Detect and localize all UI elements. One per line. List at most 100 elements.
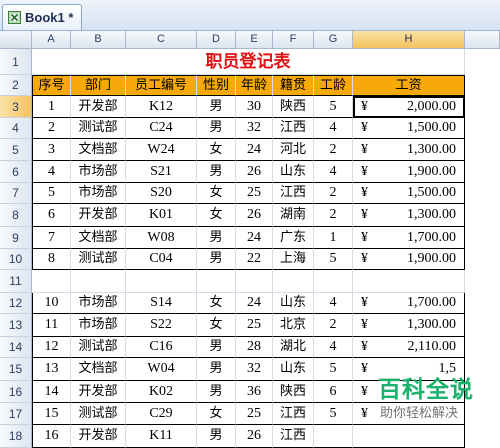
cell-b5[interactable]: 文档部	[71, 139, 126, 161]
cell-b8[interactable]: 开发部	[71, 204, 126, 227]
cell-a7[interactable]: 5	[32, 183, 71, 204]
cell-a12[interactable]: 10	[32, 293, 71, 314]
cell-f3[interactable]: 陕西	[273, 96, 314, 118]
cell-a6[interactable]: 4	[32, 161, 71, 183]
cell-c17[interactable]: C29	[126, 403, 197, 425]
row-header-5[interactable]: 5	[0, 139, 32, 161]
cell-a15[interactable]: 13	[32, 358, 71, 381]
cell-a11[interactable]	[32, 270, 71, 293]
cell-g11[interactable]	[314, 270, 353, 293]
cell-h10[interactable]: ¥1,900.00	[353, 249, 465, 270]
cell-h4[interactable]: ¥1,500.00	[353, 118, 465, 139]
cell-h8[interactable]: ¥1,300.00	[353, 204, 465, 227]
row-header-4[interactable]: 4	[0, 118, 32, 139]
cell-c10[interactable]: C04	[126, 249, 197, 270]
column-header-e[interactable]: E	[236, 31, 273, 49]
cell-g7[interactable]: 2	[314, 183, 353, 204]
cell-f17[interactable]: 江西	[273, 403, 314, 425]
cell-d9[interactable]: 男	[197, 227, 236, 249]
row-header-17[interactable]: 17	[0, 403, 32, 425]
cell-g14[interactable]: 4	[314, 337, 353, 358]
cell-h9[interactable]: ¥1,700.00	[353, 227, 465, 249]
cell-b14[interactable]: 测试部	[71, 337, 126, 358]
cell-g12[interactable]: 4	[314, 293, 353, 314]
cell-g4[interactable]: 4	[314, 118, 353, 139]
cell-d6[interactable]: 男	[197, 161, 236, 183]
cell-h5[interactable]: ¥1,300.00	[353, 139, 465, 161]
cell-d7[interactable]: 女	[197, 183, 236, 204]
cell-c6[interactable]: S21	[126, 161, 197, 183]
cell-a9[interactable]: 7	[32, 227, 71, 249]
cell-d3[interactable]: 男	[197, 96, 236, 118]
cell-d16[interactable]: 男	[197, 381, 236, 403]
cell-a5[interactable]: 3	[32, 139, 71, 161]
cell-g17[interactable]: 5	[314, 403, 353, 425]
cell-f8[interactable]: 湖南	[273, 204, 314, 227]
cell-e9[interactable]: 24	[236, 227, 273, 249]
cell-f12[interactable]: 山东	[273, 293, 314, 314]
cell-b3[interactable]: 开发部	[71, 96, 126, 118]
cell-c18[interactable]: K11	[126, 425, 197, 448]
cell-f4[interactable]: 江西	[273, 118, 314, 139]
cell-f10[interactable]: 上海	[273, 249, 314, 270]
row-header-11[interactable]: 11	[0, 270, 32, 293]
header-cell-d[interactable]: 性别	[197, 75, 236, 96]
cell-b10[interactable]: 测试部	[71, 249, 126, 270]
column-header-a[interactable]: A	[32, 31, 71, 49]
cell-a10[interactable]: 8	[32, 249, 71, 270]
cell-c14[interactable]: C16	[126, 337, 197, 358]
cell-c12[interactable]: S14	[126, 293, 197, 314]
cell-h13[interactable]: ¥1,300.00	[353, 314, 465, 337]
cell-d10[interactable]: 男	[197, 249, 236, 270]
cell-c11[interactable]	[126, 270, 197, 293]
cell-d14[interactable]: 男	[197, 337, 236, 358]
row-header-16[interactable]: 16	[0, 381, 32, 403]
sheet-title[interactable]: 职员登记表	[32, 49, 465, 75]
cell-b9[interactable]: 文档部	[71, 227, 126, 249]
cell-d4[interactable]: 男	[197, 118, 236, 139]
cell-b17[interactable]: 测试部	[71, 403, 126, 425]
row-header-2[interactable]: 2	[0, 75, 32, 96]
cell-c16[interactable]: K02	[126, 381, 197, 403]
row-header-9[interactable]: 9	[0, 227, 32, 249]
cell-b6[interactable]: 市场部	[71, 161, 126, 183]
header-cell-c[interactable]: 员工编号	[126, 75, 197, 96]
cell-e10[interactable]: 22	[236, 249, 273, 270]
cell-b12[interactable]: 市场部	[71, 293, 126, 314]
cell-g9[interactable]: 1	[314, 227, 353, 249]
cell-f14[interactable]: 湖北	[273, 337, 314, 358]
row-header-14[interactable]: 14	[0, 337, 32, 358]
cell-c13[interactable]: S22	[126, 314, 197, 337]
header-cell-a[interactable]: 序号	[32, 75, 71, 96]
row-header-8[interactable]: 8	[0, 204, 32, 227]
cell-e6[interactable]: 26	[236, 161, 273, 183]
row-header-18[interactable]: 18	[0, 425, 32, 448]
cell-b15[interactable]: 文档部	[71, 358, 126, 381]
row-header-13[interactable]: 13	[0, 314, 32, 337]
cell-g15[interactable]: 5	[314, 358, 353, 381]
column-header-h[interactable]: H	[353, 31, 465, 49]
cell-d15[interactable]: 男	[197, 358, 236, 381]
cell-h14[interactable]: ¥2,110.00	[353, 337, 465, 358]
header-cell-h[interactable]: 工资	[353, 75, 465, 96]
cell-c3[interactable]: K12	[126, 96, 197, 118]
cell-a4[interactable]: 2	[32, 118, 71, 139]
cell-e18[interactable]: 26	[236, 425, 273, 448]
cell-e13[interactable]: 25	[236, 314, 273, 337]
cell-h7[interactable]: ¥1,500.00	[353, 183, 465, 204]
cell-a17[interactable]: 15	[32, 403, 71, 425]
cell-g18[interactable]	[314, 425, 353, 448]
cell-e16[interactable]: 36	[236, 381, 273, 403]
cell-f11[interactable]	[273, 270, 314, 293]
cell-a13[interactable]: 11	[32, 314, 71, 337]
cell-a8[interactable]: 6	[32, 204, 71, 227]
cell-g5[interactable]: 2	[314, 139, 353, 161]
cell-c7[interactable]: S20	[126, 183, 197, 204]
cell-f7[interactable]: 江西	[273, 183, 314, 204]
cell-f18[interactable]: 江西	[273, 425, 314, 448]
header-cell-e[interactable]: 年龄	[236, 75, 273, 96]
cell-c4[interactable]: C24	[126, 118, 197, 139]
cell-a3[interactable]: 1	[32, 96, 71, 118]
cell-d5[interactable]: 女	[197, 139, 236, 161]
cell-c5[interactable]: W24	[126, 139, 197, 161]
